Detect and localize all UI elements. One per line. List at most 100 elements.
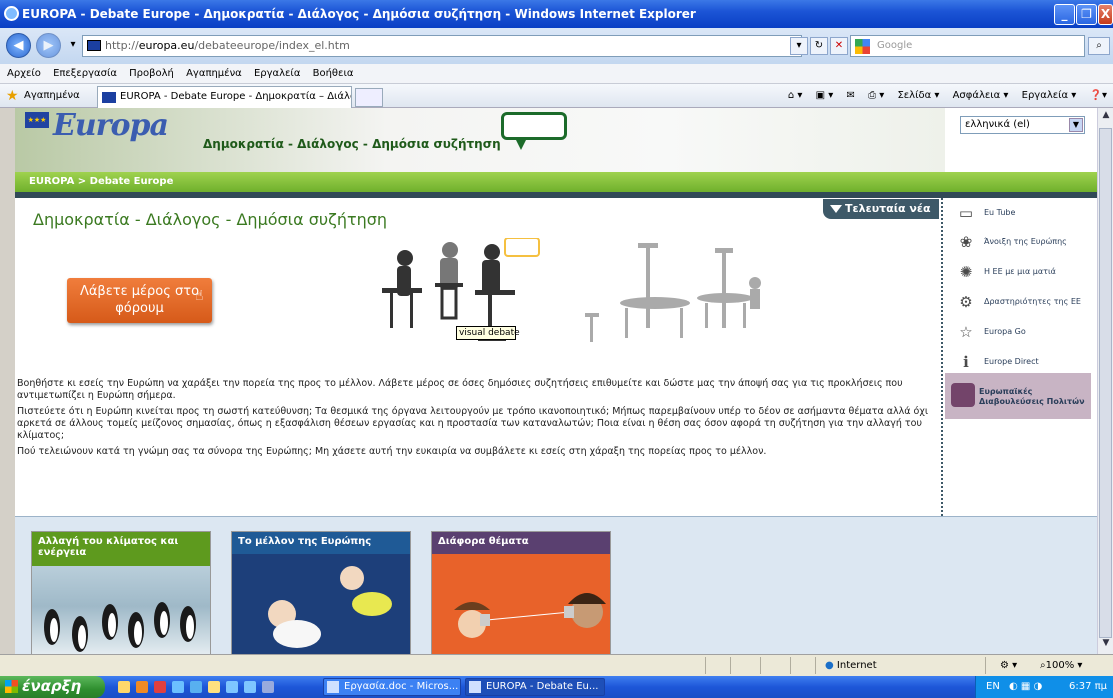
close-button[interactable]: X xyxy=(1098,4,1113,25)
internet-zone[interactable]: ● Internet xyxy=(825,656,877,676)
new-tab-button[interactable] xyxy=(355,88,383,107)
clock[interactable]: 6:37 πμ xyxy=(1069,676,1107,698)
search-icon[interactable]: ⌕ xyxy=(1088,37,1110,55)
menu-favorites[interactable]: Αγαπημένα xyxy=(186,68,242,79)
sidebar-item-europe-direct[interactable]: ℹ Europe Direct xyxy=(950,349,1090,375)
menu-file[interactable]: Αρχείο xyxy=(7,68,41,79)
menu-help[interactable]: Βοήθεια xyxy=(313,68,354,79)
address-toolbar: ◀ ▶ ▾ http://europa.eu/debateeurope/inde… xyxy=(0,28,1113,64)
sidebar-item-eu-tube[interactable]: ▭ Eu Tube xyxy=(950,200,1090,226)
vertical-scrollbar[interactable]: ▲ ▼ xyxy=(1097,108,1113,654)
stop-icon[interactable]: ✕ xyxy=(830,37,848,55)
join-forum-button[interactable]: Λάβετε μέρος στο φόρουμ xyxy=(67,278,212,323)
safety-menu[interactable]: Ασφάλεια ▾ xyxy=(953,90,1009,101)
divider-bar xyxy=(15,192,1097,198)
print-icon[interactable]: ⎙ ▾ xyxy=(868,90,884,101)
tray-icons[interactable]: ◐ ▦ ◑ xyxy=(1009,681,1042,692)
stars-circle-icon: ✺ xyxy=(959,263,973,281)
tools-menu[interactable]: Εργαλεία ▾ xyxy=(1022,90,1077,101)
back-button[interactable]: ◀ xyxy=(6,33,31,58)
visual-debate-illustration[interactable] xyxy=(370,238,770,388)
protected-mode-icon[interactable]: ⚙ ▾ xyxy=(1000,656,1017,676)
mail-icon[interactable]: ✉ xyxy=(846,90,854,101)
topic-card-climate[interactable]: Αλλαγή του κλίματος και ενέργεια xyxy=(31,531,211,654)
quicklaunch-icon[interactable] xyxy=(262,681,274,693)
scroll-up-icon[interactable]: ▲ xyxy=(1100,110,1112,124)
topic-card-label: Αλλαγή του κλίματος και ενέργεια xyxy=(32,532,210,566)
google-icon xyxy=(855,39,870,54)
chevron-down-icon: ▼ xyxy=(1069,118,1083,132)
page-title: Δημοκρατία - Διάλογος - Δημόσια συζήτηση xyxy=(33,210,388,229)
map-icon xyxy=(951,383,975,407)
quicklaunch-icon[interactable] xyxy=(208,681,220,693)
refresh-icon[interactable]: ↻ xyxy=(810,37,828,55)
intro-text: Βοηθήστε κι εσείς την Ευρώπη να χαράξει … xyxy=(17,378,937,462)
word-doc-icon xyxy=(327,681,339,693)
language-select[interactable]: ελληνικά (el) ▼ xyxy=(960,116,1085,134)
minimize-button[interactable]: _ xyxy=(1054,4,1075,25)
forward-button[interactable]: ▶ xyxy=(36,33,61,58)
menu-view[interactable]: Προβολή xyxy=(129,68,174,79)
home-icon[interactable]: ⌂ ▾ xyxy=(788,90,803,101)
history-dropdown-icon[interactable]: ▾ xyxy=(64,37,82,55)
menu-tools[interactable]: Εργαλεία xyxy=(254,68,300,79)
info-person-icon: ℹ xyxy=(963,353,969,371)
globe-icon: ● xyxy=(825,660,834,671)
sidebar-item-eu-activities[interactable]: ⚙ Δραστηριότητες της ΕΕ xyxy=(950,289,1090,315)
language-indicator[interactable]: EN xyxy=(986,681,1000,692)
taskbar-button-word[interactable]: Εργασία.doc - Micros... xyxy=(323,678,461,696)
topic-card-label: Διάφορα θέματα xyxy=(432,532,610,554)
eu-flag-favicon-icon xyxy=(102,92,116,103)
paragraph: Πιστεύετε ότι η Ευρώπη κινείται προς τη … xyxy=(17,406,929,441)
tv-icon: ▭ xyxy=(958,204,974,222)
topic-card-future-of-europe[interactable]: Το μέλλον της Ευρώπης xyxy=(231,531,411,654)
favorites-star-icon[interactable]: ★ xyxy=(6,88,19,104)
tooltip: visual debate xyxy=(456,326,520,340)
topic-card-various-topics[interactable]: Διάφορα θέματα xyxy=(431,531,611,654)
zoom-control[interactable]: ⌕100% ▾ xyxy=(1040,656,1082,676)
status-bar: ● Internet ⚙ ▾ ⌕100% ▾ xyxy=(0,654,1113,676)
quicklaunch-icon[interactable] xyxy=(172,681,184,693)
dotted-separator xyxy=(941,198,943,524)
taskbar: έναρξη Εργασία.doc - Micros... EUROPA - … xyxy=(0,676,1113,698)
sidebar-item-spring-of-europe[interactable]: ❀ Άνοιξη της Ευρώπης xyxy=(950,229,1090,255)
speech-bubble-icon xyxy=(501,112,567,140)
scroll-thumb[interactable] xyxy=(1099,128,1112,638)
quicklaunch-icon[interactable] xyxy=(190,681,202,693)
ie-icon[interactable] xyxy=(244,681,256,693)
babies-image xyxy=(268,566,392,648)
scroll-down-icon[interactable]: ▼ xyxy=(1100,638,1112,652)
gears-icon: ⚙ xyxy=(959,293,973,311)
url-input[interactable]: http://europa.eu/debateeurope/index_el.h… xyxy=(82,35,802,57)
favorites-button[interactable]: Αγαπημένα xyxy=(24,90,80,101)
search-input[interactable]: Google xyxy=(850,35,1085,57)
sidebar-item-eu-at-a-glance[interactable]: ✺ Η ΕΕ με μια ματιά xyxy=(950,259,1090,285)
ie-icon[interactable] xyxy=(226,681,238,693)
command-bar: ⌂ ▾ ▣ ▾ ✉ ⎙ ▾ Σελίδα ▾ Ασφάλεια ▾ Εργαλε… xyxy=(778,90,1107,101)
start-button[interactable]: έναρξη xyxy=(0,676,105,698)
quicklaunch-icon[interactable] xyxy=(154,681,166,693)
sidebar-item-citizens-consultations[interactable]: Ευρωπαϊκές Διαβουλεύσεις Πολιτών xyxy=(945,373,1091,419)
favorites-tab-bar: ★ Αγαπημένα EUROPA - Debate Europe - Δημ… xyxy=(0,84,1113,108)
help-icon[interactable]: ❓▾ xyxy=(1090,90,1107,101)
paragraph: Βοηθήστε κι εσείς την Ευρώπη να χαράξει … xyxy=(17,378,903,401)
speech-bubble-tail xyxy=(515,138,527,150)
feeds-icon[interactable]: ▣ ▾ xyxy=(816,90,834,101)
quicklaunch-icon[interactable] xyxy=(136,681,148,693)
latest-news-button[interactable]: Τελευταία νέα xyxy=(823,199,939,219)
header-title: Δημοκρατία - Διάλογος - Δημόσια συζήτηση xyxy=(203,137,501,151)
page-menu[interactable]: Σελίδα ▾ xyxy=(897,90,939,101)
sidebar-item-europa-go[interactable]: ☆ Europa Go xyxy=(950,319,1090,345)
quicklaunch-icon[interactable] xyxy=(118,681,130,693)
penguins-image xyxy=(44,602,196,652)
browser-tab[interactable]: EUROPA - Debate Europe - Δημοκρατία – Δι… xyxy=(97,86,352,108)
maximize-button[interactable]: ❐ xyxy=(1076,4,1097,25)
paragraph: Πού τελειώνουν κατά τη γνώμη σας τα σύνο… xyxy=(17,446,767,457)
menu-bar: Αρχείο Επεξεργασία Προβολή Αγαπημένα Εργ… xyxy=(0,64,1113,84)
breadcrumb[interactable]: EUROPA > Debate Europe xyxy=(15,172,1097,192)
window-title-bar[interactable]: EUROPA - Debate Europe - Δημοκρατία - Δι… xyxy=(0,0,1113,28)
europa-logo[interactable]: ★★★ Europa xyxy=(25,108,185,156)
url-dropdown-icon[interactable]: ▾ xyxy=(790,37,808,55)
taskbar-button-ie[interactable]: EUROPA - Debate Eu... xyxy=(465,678,605,696)
menu-edit[interactable]: Επεξεργασία xyxy=(53,68,117,79)
